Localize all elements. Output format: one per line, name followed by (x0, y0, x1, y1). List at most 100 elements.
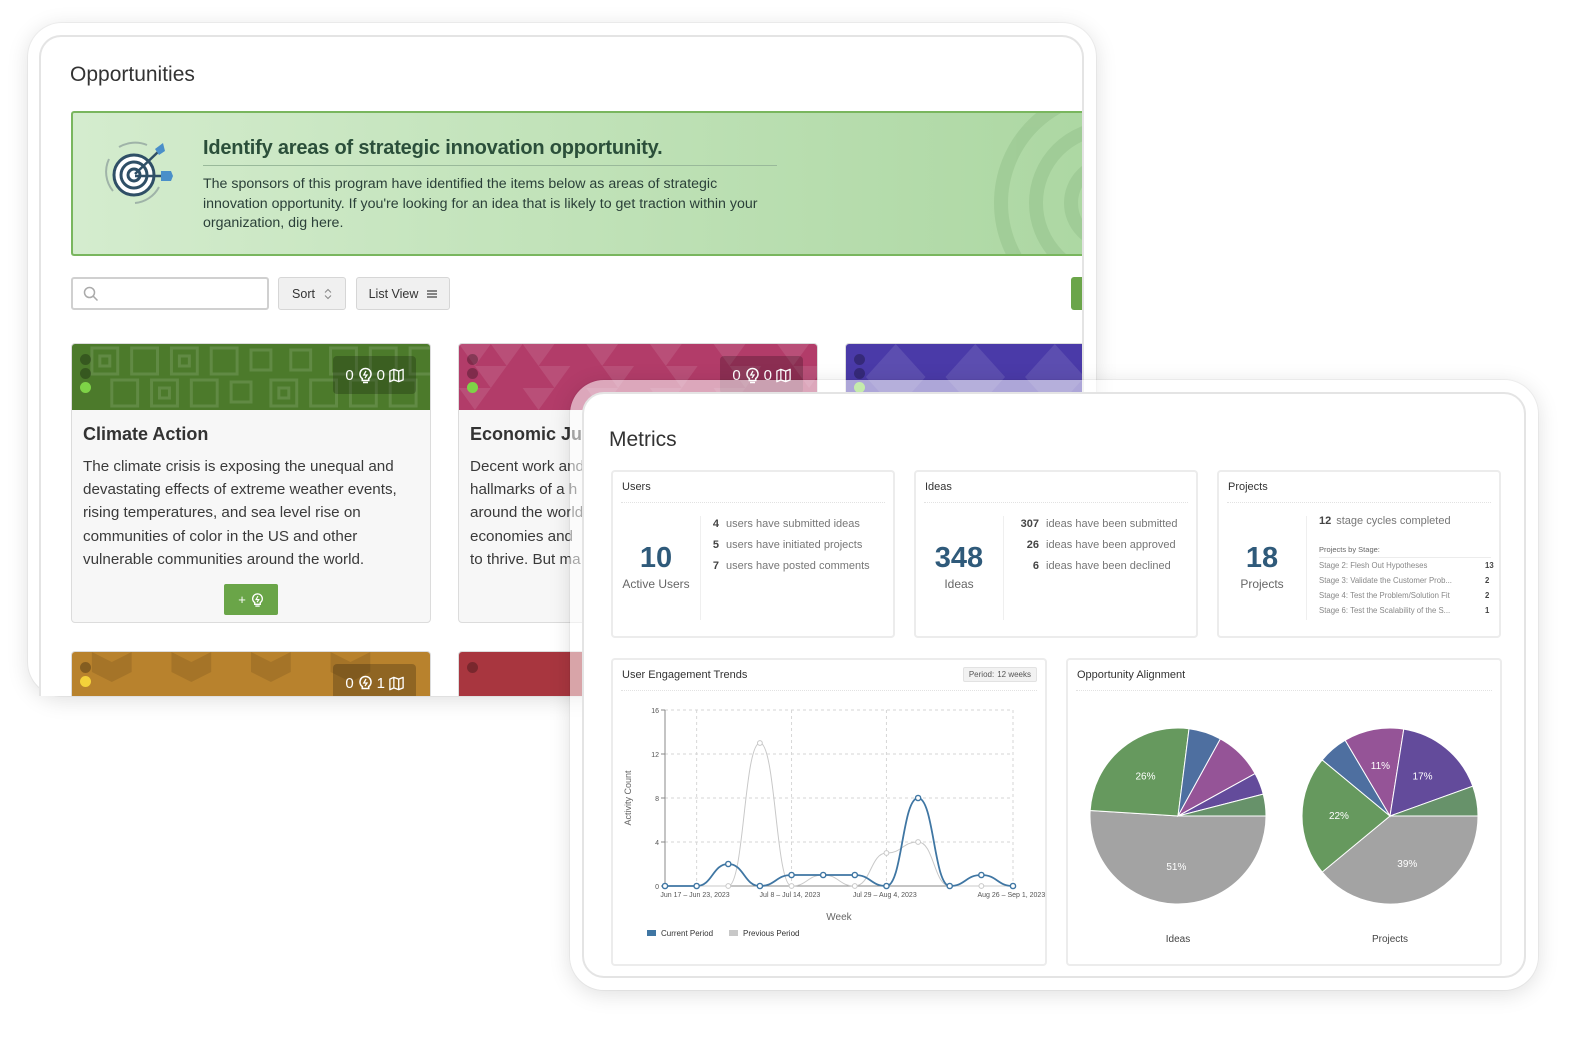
previous-period-line (664, 742, 1013, 887)
count: 26 (1026, 538, 1039, 551)
opportunity-banner: Identify areas of strategic innovation o… (71, 111, 1082, 256)
count: 4 (712, 518, 719, 530)
list-item: 7 users have posted comments (709, 560, 870, 581)
pie-slice-label: 11% (1371, 761, 1390, 772)
alignment-pie-charts: 51% 26% Ideas 39% 22% 11% 17% Projects (1089, 727, 1479, 945)
x-tick-label: Jul 8 – Jul 14, 2023 (760, 892, 821, 899)
previous-period-point (883, 850, 890, 856)
add-idea-button[interactable]: + (224, 584, 278, 615)
list-view-button[interactable]: List View (356, 277, 450, 310)
projects-value: 18 (1245, 542, 1279, 574)
pie-slice-label: 26% (1135, 772, 1155, 783)
opportunity-card-climate-action[interactable]: 0 0 Climate Action The climate crisis is… (71, 343, 431, 623)
opportunity-card-4[interactable]: 0 1 (71, 651, 431, 696)
stat-divider (700, 516, 701, 620)
previous-period-point (788, 883, 795, 889)
add-idea-label: + (238, 592, 246, 607)
card-title[interactable]: Climate Action (83, 424, 208, 445)
panel-title: User Engagement Trends (622, 669, 748, 681)
description: ideas have been declined (1046, 559, 1171, 572)
engagement-line-chart: 0 4 8 12 16 Jun 17 – Jun 23, 2023 Jul 8 – Jul … (623, 708, 1045, 938)
sort-button[interactable]: Sort (278, 277, 346, 310)
pie-slice-label: 17% (1413, 772, 1433, 783)
ideas-count: 0 (345, 366, 354, 384)
ideas-stat: 348 Ideas (916, 542, 1002, 591)
pie-slice-label: 51% (1166, 862, 1186, 873)
ideas-breakdown: 307 ideas have been submitted 26 ideas hav… (1010, 518, 1178, 580)
add-opportunity-button[interactable] (1071, 277, 1082, 310)
y-axis-label: Activity Count (623, 770, 633, 826)
current-period-point (756, 882, 764, 890)
previous-period-point (851, 883, 858, 889)
search-input[interactable] (73, 279, 267, 308)
status-indicator (467, 662, 478, 673)
current-period-point (724, 860, 732, 868)
stages-heading: Projects by Stage: (1319, 545, 1380, 554)
current-period-point (661, 882, 669, 890)
target-arrows-icon (105, 141, 173, 204)
period-selector[interactable]: Period: 12 weeks (962, 667, 1037, 682)
period-label: Period: (968, 670, 995, 679)
active-users-value: 10 (639, 542, 673, 574)
x-tick-label: Aug 26 – Sep 1, 2023 (977, 892, 1045, 899)
panel-title: Projects (1228, 481, 1268, 493)
projects-label: Projects (1240, 577, 1284, 591)
pie-title: Projects (1372, 934, 1408, 945)
previous-period-point (915, 839, 921, 845)
legend-swatch (729, 930, 738, 936)
description: users have posted comments (726, 559, 870, 572)
y-tick-label: 12 (651, 752, 659, 759)
x-tick-label: Jul 29 – Aug 4, 2023 (853, 892, 917, 899)
description: ideas have been submitted (1046, 518, 1178, 530)
panel-divider (924, 502, 1188, 503)
list-item: 307 ideas have been submitted (1010, 518, 1178, 539)
panel-divider (621, 690, 1037, 691)
projects-stat: 18 Projects (1219, 542, 1305, 591)
ideas-label: Ideas (944, 577, 974, 591)
sort-updown-icon (324, 288, 332, 299)
projects-count: 0 (376, 366, 385, 384)
metrics-panel: Metrics Users 10 Active Users 4 users hav… (582, 392, 1526, 978)
engagement-panel: User Engagement Trends Period: 12 weeks … (611, 658, 1047, 966)
panel-title: Ideas (925, 481, 952, 493)
ideas-panel: Ideas 348 Ideas 307 ideas have been submi… (914, 470, 1198, 638)
previous-period-point (757, 740, 763, 746)
sort-label: Sort (292, 286, 315, 301)
stage-cycles: 12 stage cycles completed (1319, 515, 1451, 527)
count: 1 (1485, 606, 1490, 615)
stat-divider (1003, 516, 1004, 620)
ideas-value: 348 (934, 542, 984, 574)
x-tick-label: Jun 17 – Jun 23, 2023 (660, 892, 729, 899)
status-indicator (80, 662, 91, 687)
lightbulb-icon (358, 675, 372, 689)
count: 7 (712, 559, 719, 572)
y-tick-label: 4 (655, 840, 659, 847)
stages-list: Stage 2: Flesh Out Hypotheses 13 Stage 3:… (1319, 561, 1497, 621)
period-value: 12 weeks (997, 670, 1031, 679)
list-item: Stage 4: Test the Problem/Solution Fit 2 (1319, 591, 1497, 606)
pie-title: Ideas (1166, 934, 1190, 945)
legend-label: Previous Period (743, 929, 799, 938)
previous-period-point (978, 883, 985, 889)
count: 12 (1319, 515, 1332, 527)
current-period-point (914, 794, 922, 802)
panel-divider (1227, 502, 1491, 503)
pie-slice-label: 22% (1329, 811, 1349, 822)
current-period-point (851, 871, 859, 879)
description: stage cycles completed (1336, 515, 1451, 527)
banner-description: The sponsors of this program have identi… (203, 176, 758, 231)
lightbulb-icon (358, 367, 372, 383)
active-users-label: Active Users (622, 577, 690, 591)
description: users have submitted ideas (726, 518, 860, 530)
panel-divider (1076, 690, 1492, 691)
current-period-point (693, 882, 700, 890)
x-axis-label: Week (826, 912, 852, 923)
card-header: 0 0 (72, 344, 430, 410)
stage-name: Stage 6: Test the Scalability of the S..… (1319, 606, 1451, 615)
description: users have initiated projects (726, 538, 863, 551)
search-field[interactable] (71, 277, 269, 310)
list-item: 5 users have initiated projects (709, 539, 870, 560)
stage-name: Stage 2: Flesh Out Hypotheses (1319, 561, 1428, 570)
pie-slice (1089, 809, 1267, 905)
hamburger-icon (427, 289, 438, 298)
